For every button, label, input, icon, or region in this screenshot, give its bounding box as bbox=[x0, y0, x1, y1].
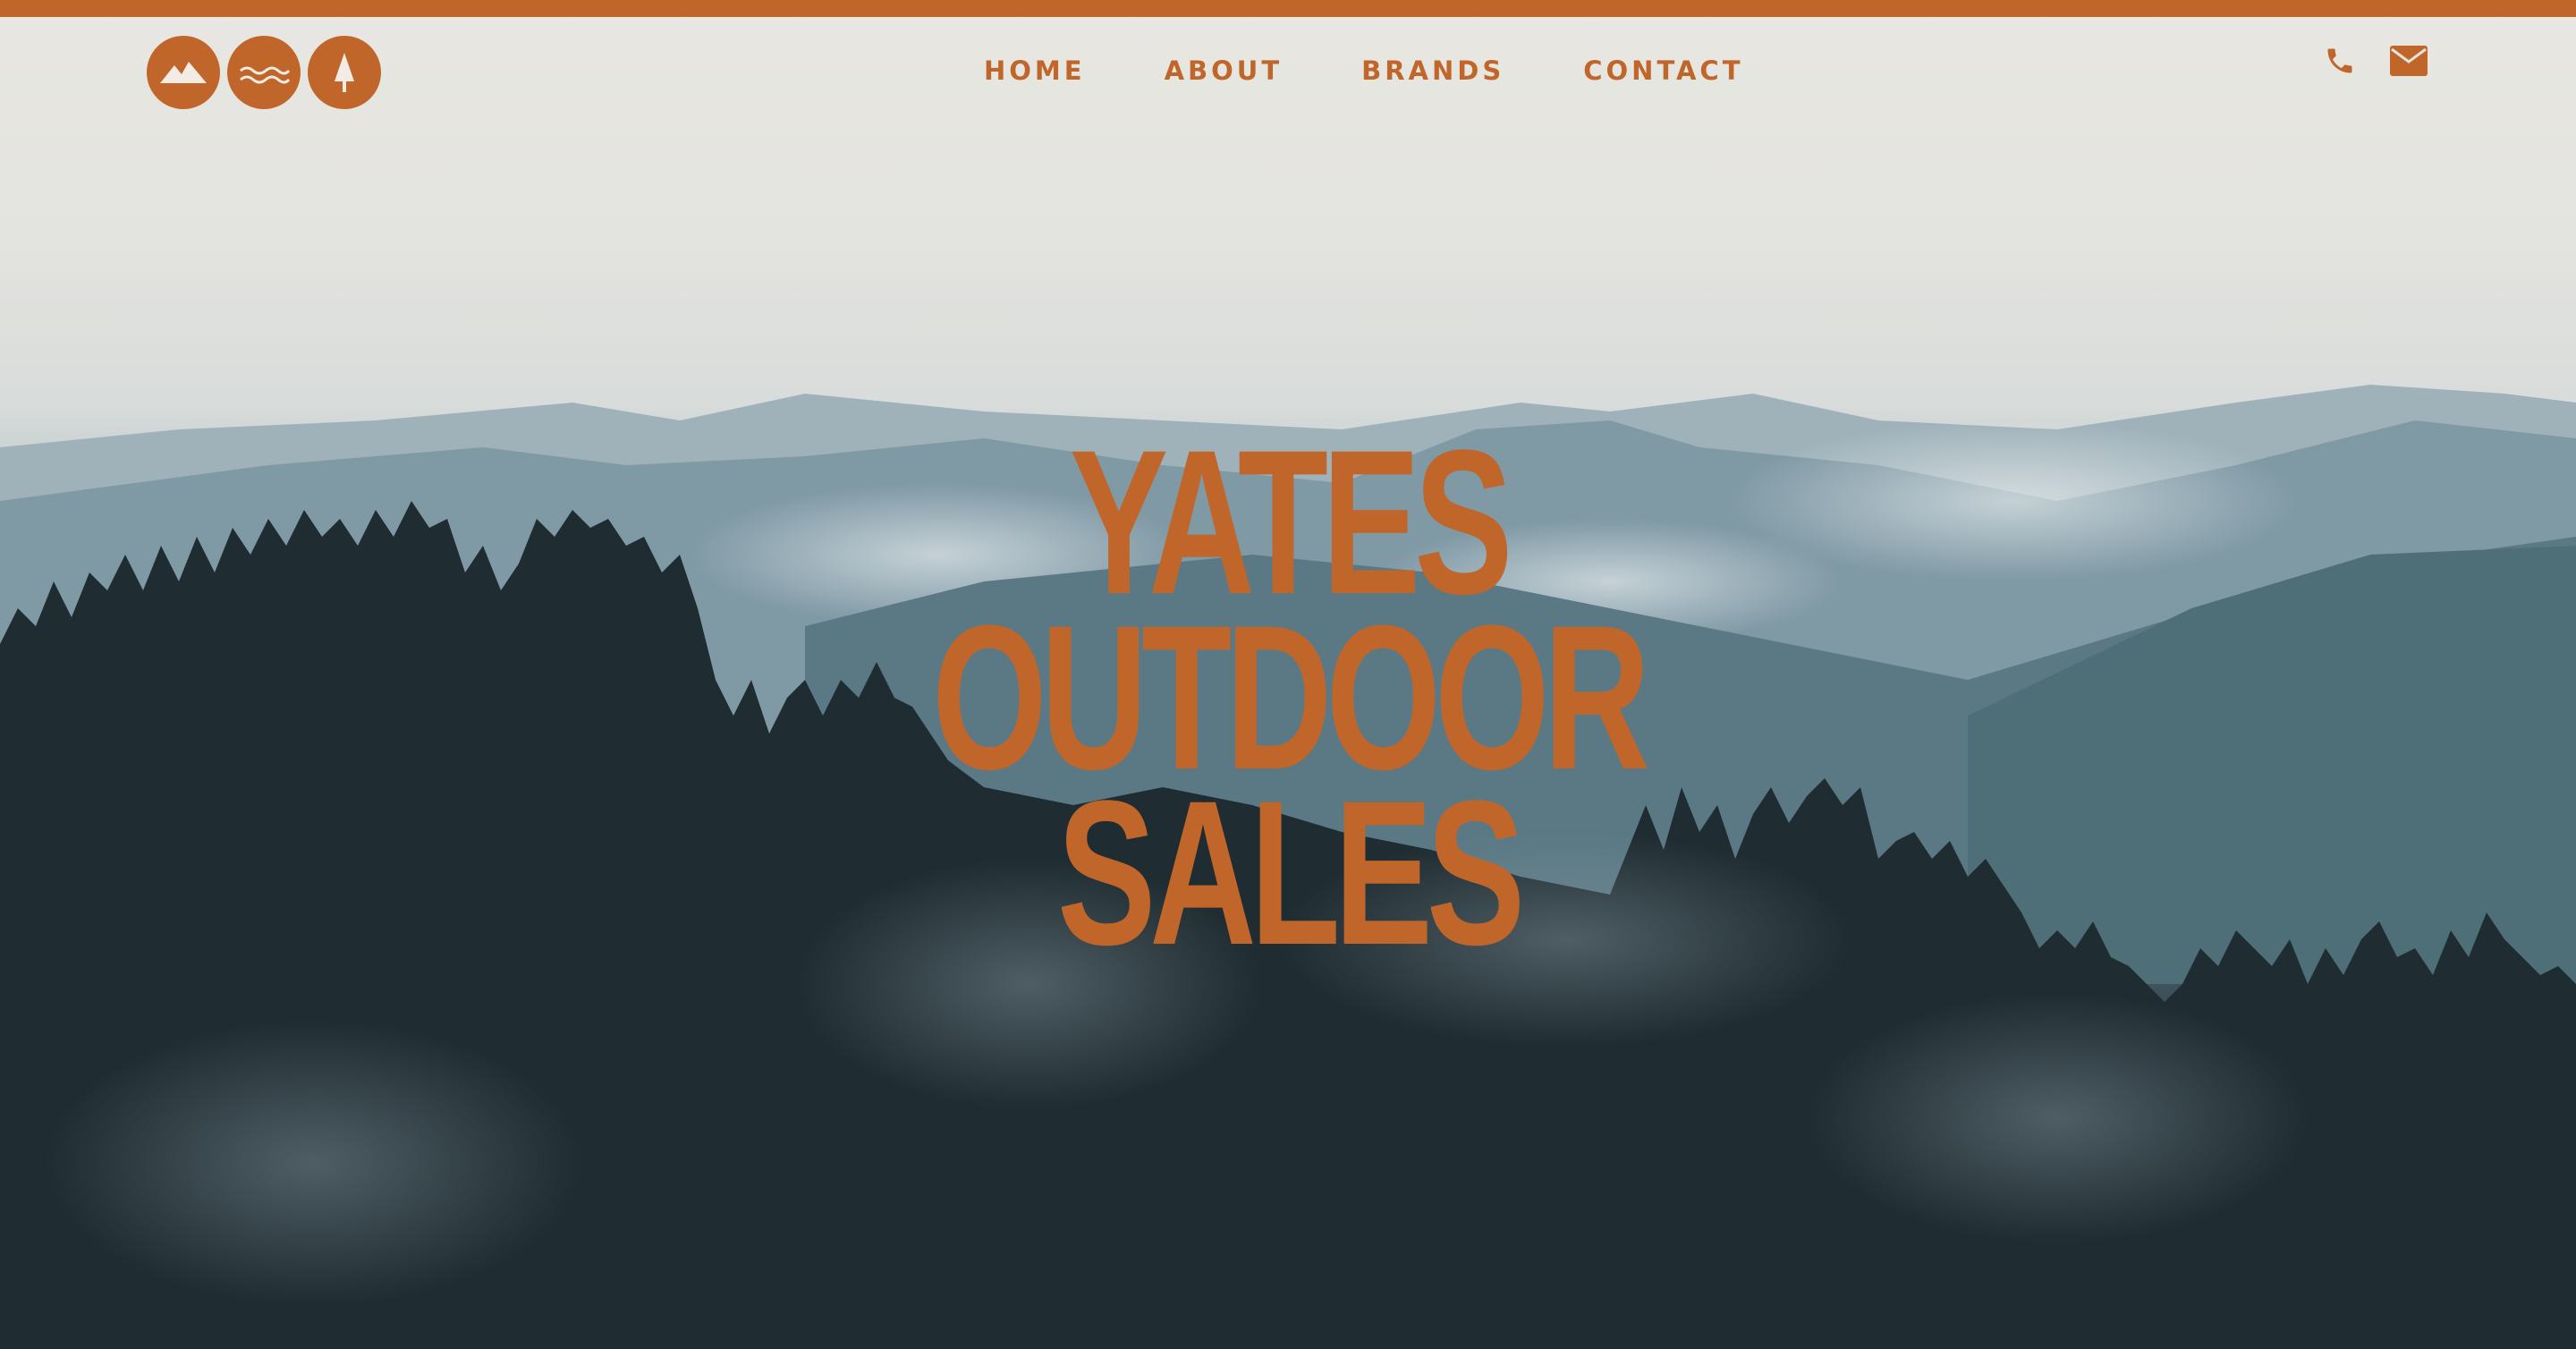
mountain-icon bbox=[147, 36, 220, 109]
logo[interactable] bbox=[147, 36, 381, 109]
phone-icon[interactable] bbox=[2324, 45, 2356, 77]
nav-brands[interactable]: BRANDS bbox=[1361, 55, 1504, 86]
main-nav: HOME ABOUT BRANDS CONTACT bbox=[984, 55, 1743, 86]
nav-about[interactable]: ABOUT bbox=[1165, 55, 1284, 86]
waves-icon bbox=[227, 36, 301, 109]
hero-title: YATES OUTDOOR SALES bbox=[0, 420, 2576, 988]
hero-title-line-3: SALES bbox=[1056, 758, 1525, 988]
tree-icon bbox=[308, 36, 381, 109]
envelope-icon[interactable] bbox=[2390, 46, 2428, 76]
top-accent-bar bbox=[0, 0, 2576, 17]
contact-icons bbox=[2324, 45, 2428, 77]
nav-contact[interactable]: CONTACT bbox=[1583, 55, 1743, 86]
nav-home[interactable]: HOME bbox=[984, 55, 1086, 86]
